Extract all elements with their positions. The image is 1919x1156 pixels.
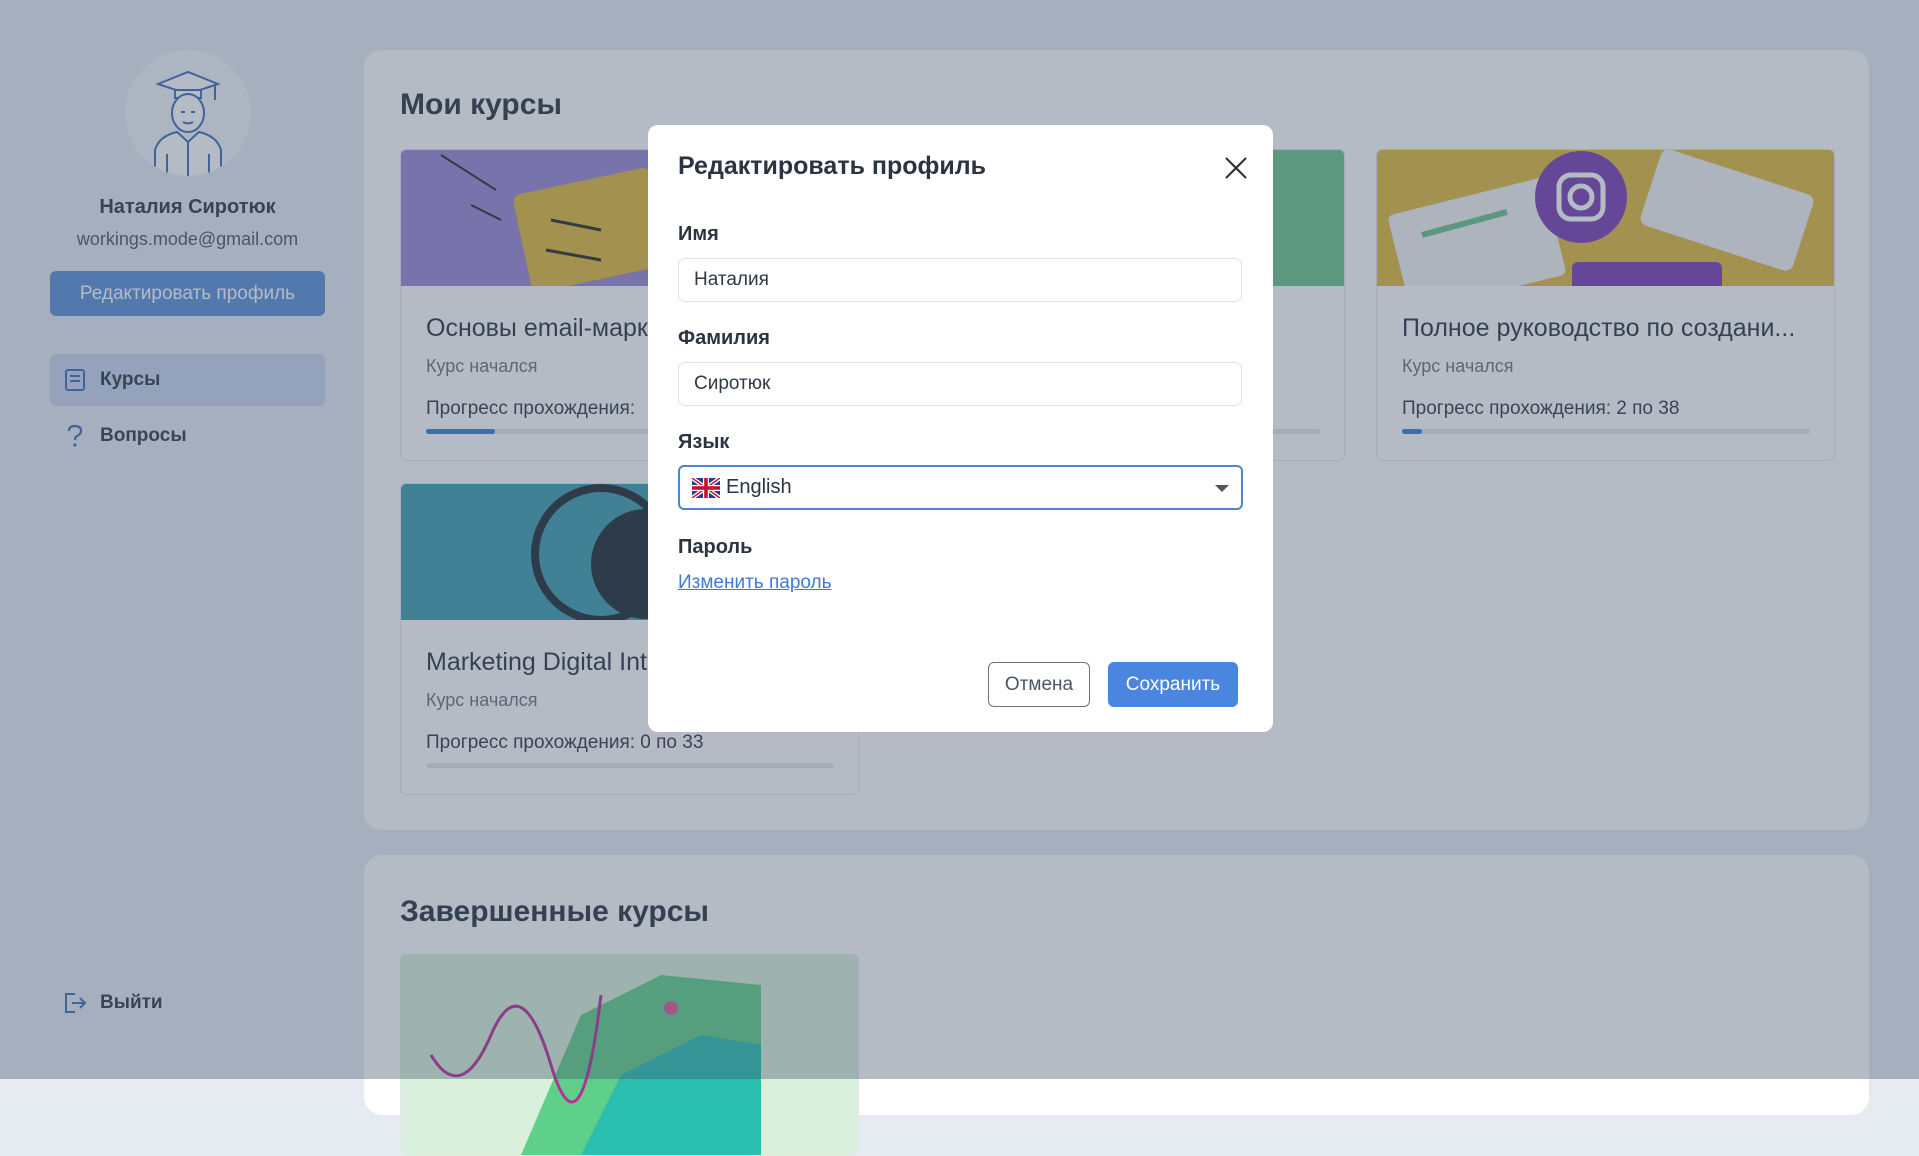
last-name-label: Фамилия [678,327,770,349]
language-label: Язык [678,431,730,453]
save-button[interactable]: Сохранить [1108,662,1238,707]
modal-title: Редактировать профиль [678,152,987,180]
language-select[interactable]: English [678,465,1243,510]
language-value: English [726,476,792,498]
close-icon[interactable] [1218,150,1254,186]
change-password-link[interactable]: Изменить пароль [678,572,832,594]
cancel-button[interactable]: Отмена [988,662,1090,707]
password-label: Пароль [678,536,753,558]
edit-profile-modal: Редактировать профиль Имя Фамилия Язык E… [648,125,1273,732]
first-name-label: Имя [678,223,719,245]
uk-flag-icon [690,475,722,500]
chevron-down-icon [1215,485,1229,492]
last-name-field[interactable] [678,362,1242,406]
first-name-field[interactable] [678,258,1242,302]
